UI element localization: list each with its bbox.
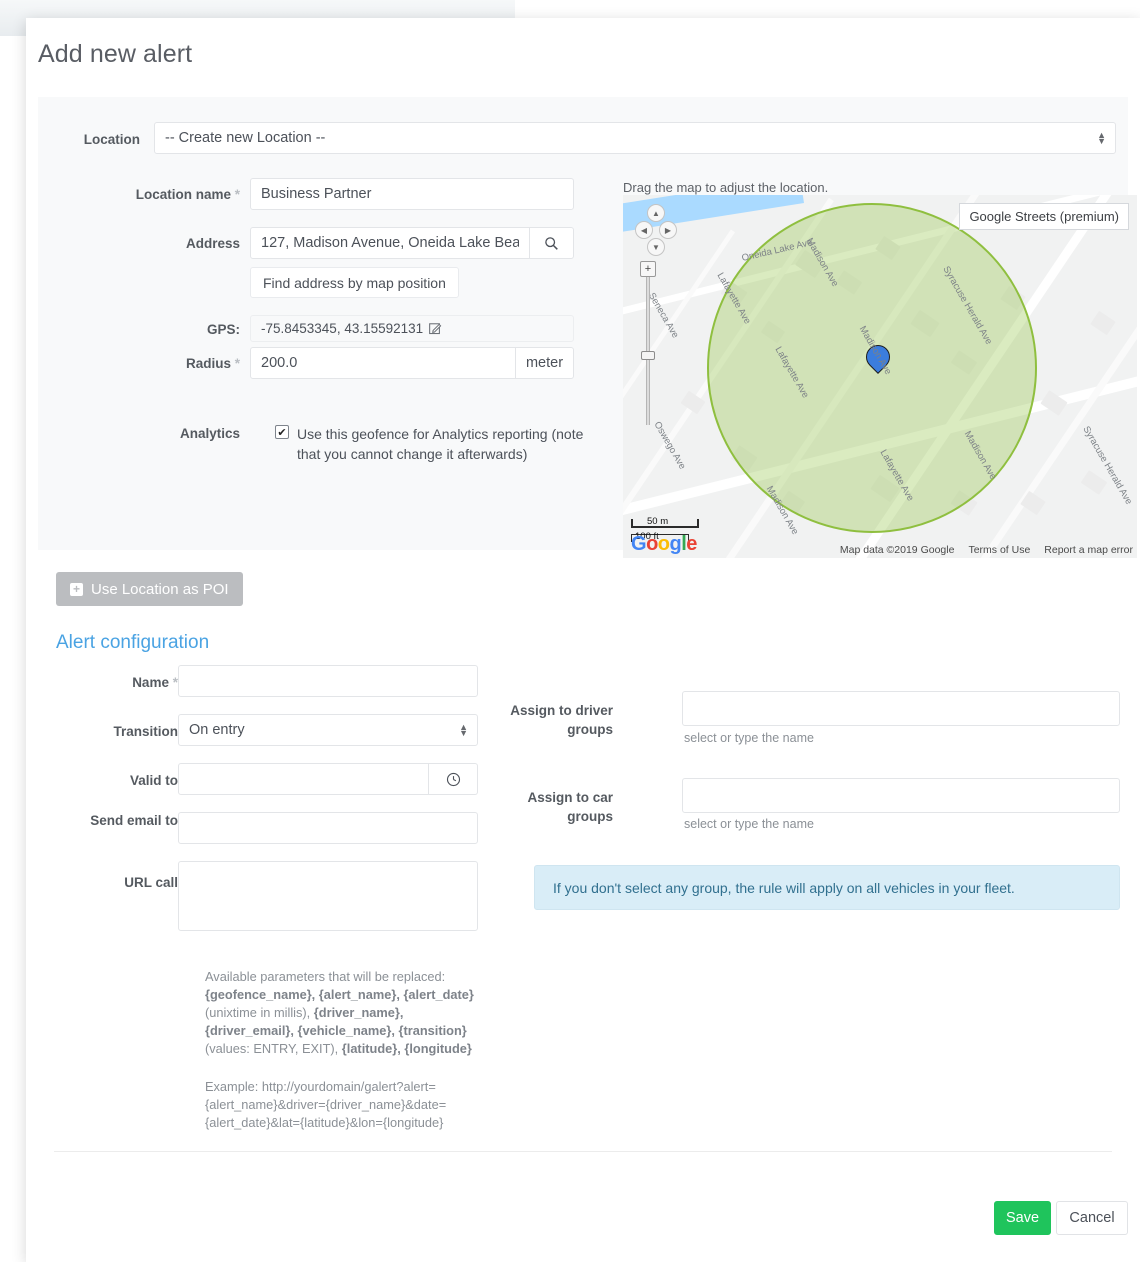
location-label: Location [83,132,140,147]
group-info-message: If you don't select any group, the rule … [534,865,1120,910]
google-logo-o2: o [657,533,670,555]
alert-name-label: Name * [56,673,178,692]
pan-right-button[interactable]: ▶ [659,221,677,239]
chevron-updown-icon: ▲ ▼ [1097,130,1106,146]
location-name-label: Location name * [58,186,240,204]
params-line2b: {driver_name}, [313,1005,404,1020]
alert-configuration-heading: Alert configuration [56,632,210,653]
radius-label-text: Radius [185,356,231,371]
use-location-as-poi-label: Use Location as POI [91,580,229,598]
page-title: Add new alert [38,40,193,68]
clock-icon [446,772,460,786]
plus-icon: + [70,582,83,596]
pan-left-button[interactable]: ◀ [635,221,653,239]
location-name-input[interactable] [250,178,574,210]
address-input[interactable] [250,227,530,259]
google-logo-o1: o [646,533,658,555]
address-search-button[interactable] [530,227,574,259]
location-select-value: -- Create new Location -- [165,130,326,146]
valid-to-label: Valid to [129,773,178,788]
params-intro: Available parameters that will be replac… [205,969,446,984]
save-button[interactable]: Save [994,1201,1051,1235]
street-label: Syracuse Herald Ave [1080,424,1135,507]
zoom-in-button[interactable]: + [640,261,656,277]
map-pan-control[interactable]: ▲ ◀ ▶ ▼ [635,204,677,256]
radius-label: Radius * [58,355,240,373]
map-type-button[interactable]: Google Streets (premium) [959,203,1129,230]
map-hint: Drag the map to adjust the location. [623,180,829,195]
pan-up-button[interactable]: ▲ [647,204,665,222]
map-building [1090,310,1116,336]
google-logo-e: e [686,533,697,555]
url-call-textarea[interactable] [178,861,478,931]
google-logo-g: G [631,533,647,555]
find-address-by-map-position-button[interactable]: Find address by map position [250,267,459,298]
footer-divider [54,1151,1112,1152]
alert-name-label-text: Name [132,675,169,690]
gps-value: -75.8453345, 43.15592131 [261,321,424,336]
search-icon [545,236,558,250]
transition-select[interactable]: On entry ▲ ▼ [178,714,478,746]
gps-label: GPS: [206,322,240,337]
valid-to-clock-button[interactable] [429,763,478,795]
required-marker: * [234,187,240,202]
gps-value-field[interactable]: -75.8453345, 43.15592131 [250,315,574,342]
radius-input[interactable] [250,347,516,379]
location-map[interactable]: Oneida Lake Ave Madison Ave Syracuse Her… [623,195,1137,558]
assign-driver-groups-help: select or type the name [684,731,814,745]
google-logo: Google [631,533,697,556]
available-parameters-help: Available parameters that will be replac… [205,968,505,1058]
edit-pencil-icon[interactable] [429,322,442,335]
map-scale-metric-label: 50 m [647,516,669,527]
map-zoom-slider[interactable]: + [640,261,656,426]
analytics-checkbox[interactable]: ✔ [275,425,289,439]
street-label: Oswego Ave [651,419,688,472]
send-email-to-input[interactable] [178,812,478,844]
pan-down-button[interactable]: ▼ [647,238,665,256]
params-line2a: (unixtime in millis), [205,1005,314,1020]
assign-driver-groups-label: Assign to driver groups [510,703,613,737]
map-footer: Map data ©2019 Google Terms of Use Repor… [840,544,1133,556]
url-call-label: URL call [124,875,178,890]
assign-driver-groups-input[interactable] [682,691,1120,726]
example-url-help: Example: http://yourdomain/galert?alert=… [205,1079,447,1130]
params-line3: {driver_email}, {vehicle_name}, {transit… [205,1023,467,1038]
location-panel: Location -- Create new Location -- ▲ ▼ Lo… [38,97,1137,558]
analytics-label: Analytics [179,426,240,441]
valid-to-input[interactable] [178,763,429,795]
required-marker: * [234,356,240,371]
cancel-button[interactable]: Cancel [1056,1201,1128,1235]
address-label: Address [185,236,240,251]
google-logo-g2: g [669,533,682,555]
location-select[interactable]: -- Create new Location -- ▲ ▼ [154,122,1116,154]
transition-select-value: On entry [189,722,245,738]
map-terms-link[interactable]: Terms of Use [968,544,1030,556]
assign-car-groups-help: select or type the name [684,817,814,831]
map-attribution: Map data ©2019 Google [839,544,955,556]
use-location-as-poi-button[interactable]: + Use Location as POI [56,572,243,606]
add-new-alert-modal: Add new alert Location -- Create new Loc… [26,18,1140,1262]
assign-car-groups-label: Assign to car groups [527,790,613,824]
analytics-description: Use this geofence for Analytics reportin… [297,426,584,462]
assign-car-groups-input[interactable] [682,778,1120,813]
map-report-error-link[interactable]: Report a map error [1044,544,1133,556]
chevron-updown-icon: ▲ ▼ [459,722,468,738]
alert-name-input[interactable] [178,665,478,697]
transition-label: Transition [113,724,178,739]
params-line1: {geofence_name}, {alert_name}, {alert_da… [205,987,474,1002]
map-building [1080,470,1108,495]
params-line4b: {latitude}, {longitude} [341,1041,472,1056]
send-email-to-label: Send email to [90,813,178,828]
params-line4a: (values: ENTRY, EXIT), [205,1041,342,1056]
location-name-label-text: Location name [135,187,231,202]
radius-unit-label: meter [516,347,574,379]
zoom-handle[interactable] [641,351,655,360]
